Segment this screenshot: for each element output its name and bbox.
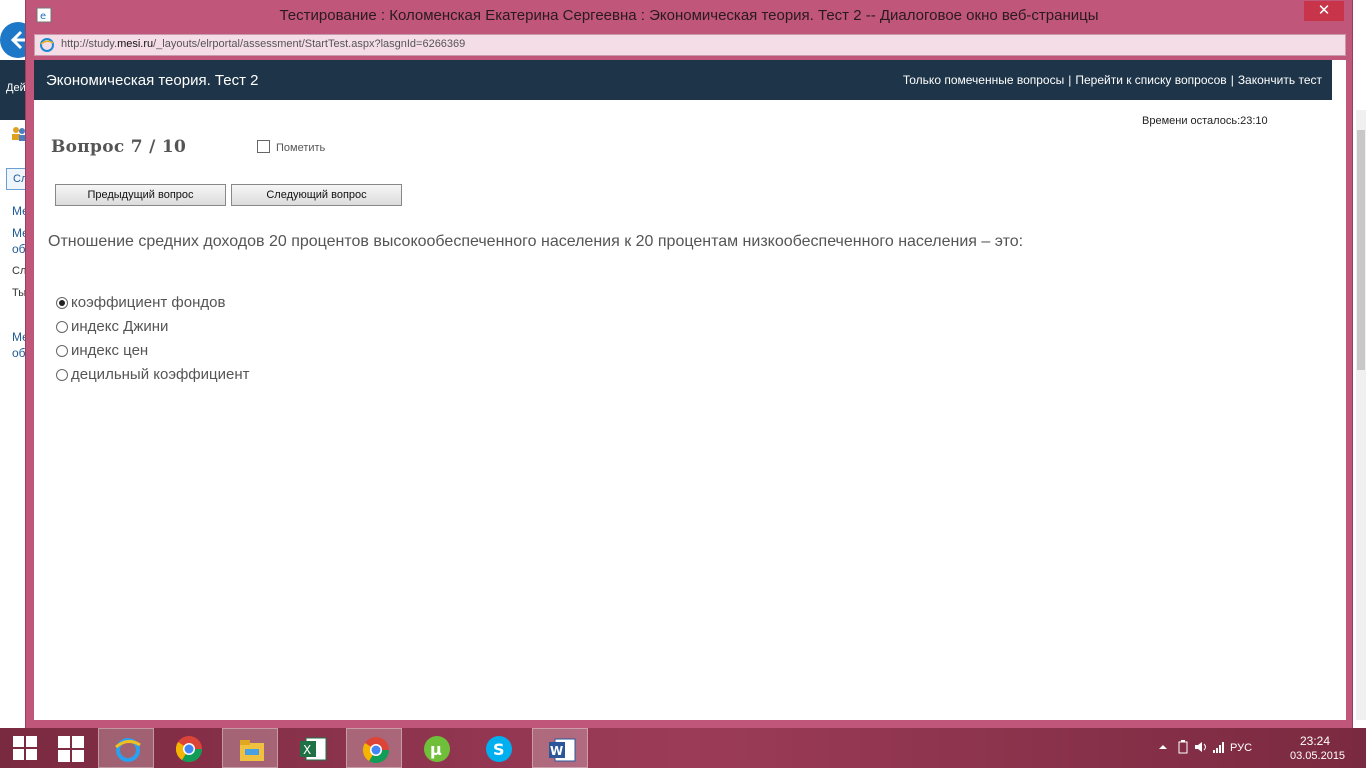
background-link[interactable]: об — [12, 346, 26, 360]
dialog-title: Тестирование : Коломенская Екатерина Сер… — [279, 7, 1099, 24]
windows-logo-icon — [58, 736, 84, 762]
answer-radio[interactable] — [56, 369, 68, 381]
dialog-content: Экономическая теория. Тест 2 Только поме… — [34, 60, 1346, 720]
address-url: http://study.mesi.ru/_layouts/elrportal/… — [61, 38, 465, 50]
web-dialog-window: e Тестирование : Коломенская Екатерина С… — [26, 0, 1352, 728]
background-text: Ты — [12, 287, 27, 299]
next-question-button[interactable]: Следующий вопрос — [231, 184, 402, 206]
taskbar-chrome-button[interactable] — [160, 728, 216, 768]
chrome-icon — [362, 737, 390, 764]
battery-icon[interactable] — [1176, 740, 1190, 754]
answer-label: коэффициент фондов — [71, 294, 226, 311]
network-signal-icon[interactable] — [1212, 740, 1226, 754]
time-remaining: Времени осталось:23:10 — [1142, 115, 1268, 127]
show-hidden-icons-icon[interactable] — [1156, 740, 1170, 754]
svg-text:µ: µ — [430, 740, 442, 759]
answer-label: индекс цен — [71, 342, 149, 359]
taskbar-utorrent-button[interactable]: µ — [408, 728, 464, 768]
background-nav-text: Дей — [6, 82, 26, 94]
svg-text:S: S — [493, 740, 505, 759]
background-text: Сл — [12, 265, 27, 277]
volume-icon[interactable] — [1194, 740, 1208, 754]
mark-checkbox[interactable] — [257, 140, 270, 153]
taskbar-word-button[interactable]: W — [532, 728, 588, 768]
taskbar-chrome-button-2[interactable] — [346, 728, 402, 768]
windows-start-icon — [13, 736, 37, 760]
marked-questions-link[interactable]: Только помеченные вопросы — [903, 73, 1064, 87]
chrome-icon — [175, 736, 203, 763]
question-number: Вопрос 7 / 10 — [51, 137, 187, 157]
finish-test-link[interactable]: Закончить тест — [1238, 73, 1322, 87]
header-links: Только помеченные вопросы | Перейти к спис… — [903, 73, 1322, 87]
svg-text:W: W — [550, 744, 563, 758]
clock-time[interactable]: 23:24 — [1300, 734, 1330, 748]
answer-label: децильный коэффициент — [71, 366, 250, 383]
link-separator: | — [1068, 73, 1072, 87]
link-separator: | — [1230, 73, 1234, 87]
answer-radio[interactable] — [56, 345, 68, 357]
answer-label: индекс Джини — [71, 318, 169, 335]
question-list-link[interactable]: Перейти к списку вопросов — [1075, 73, 1226, 87]
system-tray: РУС 23:24 03.05.2015 — [1136, 728, 1366, 768]
ie-icon — [40, 38, 54, 52]
question-text: Отношение средних доходов 20 процентов в… — [48, 233, 1024, 250]
url-suffix: /_layouts/elrportal/assessment/StartTest… — [153, 38, 466, 50]
skype-icon: S — [486, 736, 512, 762]
url-domain: mesi.ru — [117, 38, 154, 50]
scrollbar-thumb[interactable] — [1357, 130, 1365, 370]
address-bar[interactable]: http://study.mesi.ru/_layouts/elrportal/… — [34, 34, 1346, 56]
dialog-titlebar[interactable]: e Тестирование : Коломенская Екатерина С… — [26, 0, 1352, 32]
answer-radio[interactable] — [56, 297, 68, 309]
taskbar-skype-button[interactable]: S — [470, 728, 526, 768]
taskbar: X µ S W РУС 23:24 03.05.2015 — [0, 728, 1366, 768]
close-button[interactable]: ✕ — [1304, 1, 1344, 21]
test-title: Экономическая теория. Тест 2 — [46, 72, 259, 89]
language-indicator[interactable]: РУС — [1230, 742, 1252, 754]
taskbar-explorer-button[interactable] — [222, 728, 278, 768]
answer-radio[interactable] — [56, 321, 68, 333]
utorrent-icon: µ — [424, 736, 450, 762]
background-scrollbar[interactable] — [1356, 110, 1366, 720]
previous-question-button[interactable]: Предыдущий вопрос — [55, 184, 226, 206]
word-icon: W — [549, 738, 576, 762]
background-link[interactable]: об — [12, 242, 26, 256]
ie-icon — [115, 738, 141, 762]
taskbar-ie-button[interactable] — [98, 728, 154, 768]
taskbar-windows-button[interactable] — [42, 728, 98, 768]
url-prefix: http://study. — [61, 38, 118, 50]
test-header: Экономическая теория. Тест 2 Только поме… — [34, 60, 1332, 100]
excel-icon: X — [300, 737, 327, 761]
file-explorer-icon — [240, 740, 264, 761]
taskbar-excel-button[interactable]: X — [284, 728, 340, 768]
mark-label: Пометить — [276, 142, 326, 154]
svg-text:X: X — [303, 743, 311, 757]
clock-date[interactable]: 03.05.2015 — [1290, 750, 1345, 762]
